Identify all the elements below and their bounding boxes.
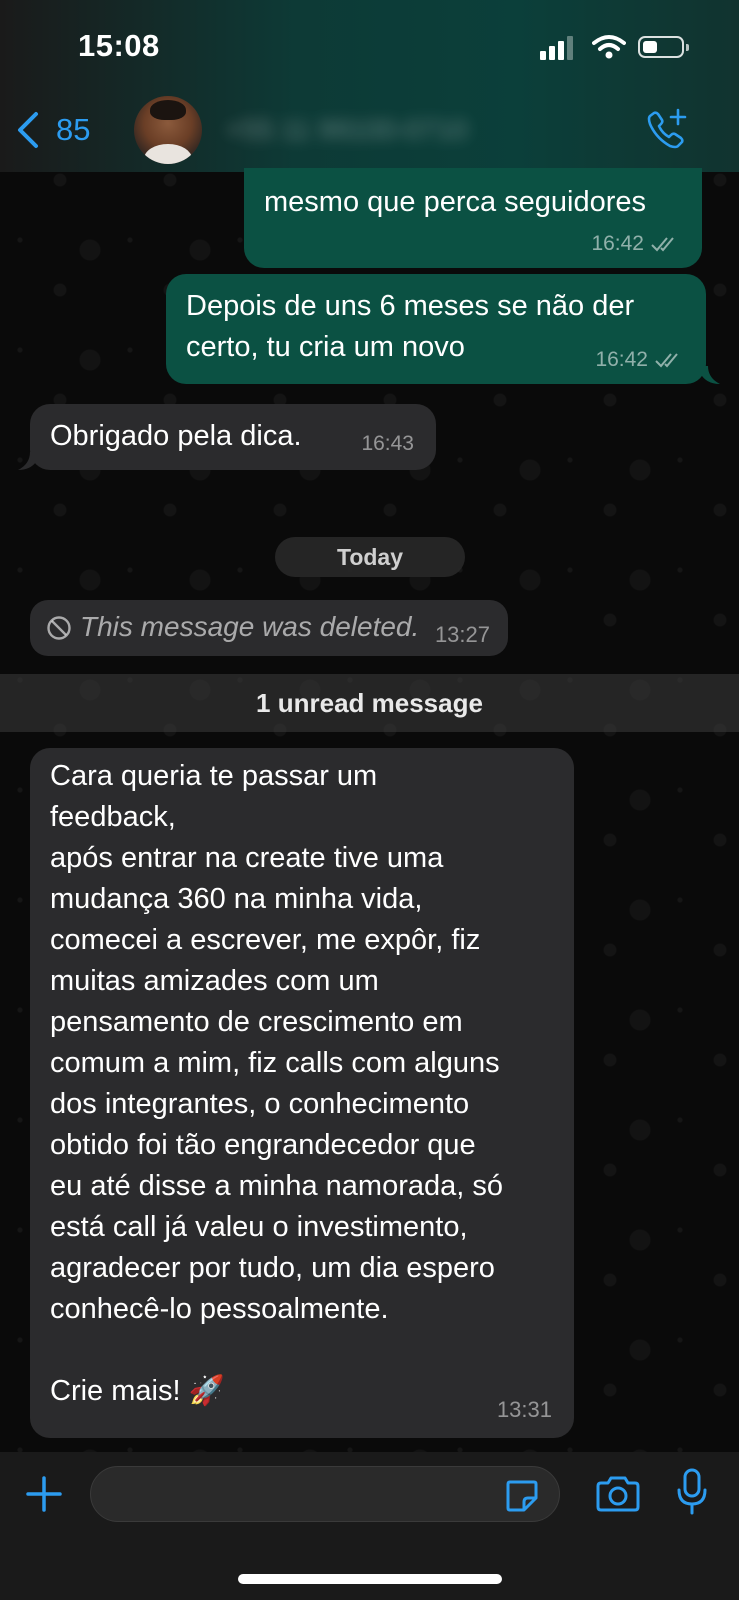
message-text: mesmo que perca seguidores: [264, 186, 647, 218]
home-indicator: [238, 1574, 502, 1584]
message-text: Obrigado pela dica.: [50, 420, 302, 452]
date-separator: Today: [275, 537, 465, 577]
deleted-message[interactable]: This message was deleted. 13:27: [30, 600, 508, 656]
contact-avatar[interactable]: [134, 96, 202, 164]
back-button[interactable]: 85: [14, 108, 90, 152]
chevron-left-icon: [18, 112, 38, 148]
message-time: 16:42: [591, 232, 644, 255]
unread-messages-banner: 1 unread message: [0, 674, 739, 732]
message-bubble-incoming[interactable]: Obrigado pela dica. 16:43: [30, 404, 436, 470]
message-meta: 16:42: [595, 348, 684, 372]
signal-icon: [540, 36, 576, 60]
bubble-tail: [702, 366, 720, 384]
double-check-icon: [651, 237, 674, 252]
plus-icon[interactable]: [24, 1474, 64, 1514]
message-time: 13:27: [434, 622, 490, 647]
unread-chats-count: 85: [56, 112, 91, 147]
message-meta: 16:42: [591, 232, 680, 256]
phone-add-icon[interactable]: [642, 106, 690, 154]
deleted-icon: [47, 616, 71, 640]
message-time: 13:31: [496, 1397, 552, 1422]
status-time: 15:08: [78, 28, 160, 63]
message-input[interactable]: [90, 1466, 560, 1522]
sticker-icon[interactable]: [504, 1478, 540, 1514]
message-time: 16:43: [361, 432, 414, 455]
message-bubble-outgoing[interactable]: mesmo que perca seguidores 16:42: [244, 168, 702, 268]
battery-icon: [638, 36, 689, 58]
double-check-icon: [655, 353, 678, 368]
contact-name[interactable]: +55 11 99100-0710: [226, 114, 516, 148]
deleted-message-text: This message was deleted.: [80, 611, 420, 642]
message-bubble-outgoing[interactable]: Depois de uns 6 meses se não der certo, …: [166, 274, 706, 384]
message-text: Cara queria te passar um feedback, após …: [50, 760, 503, 1407]
chat-header: 15:08 85 +55 11 99100-0710: [0, 0, 739, 172]
message-time: 16:42: [595, 348, 648, 371]
camera-icon[interactable]: [594, 1474, 642, 1514]
bubble-tail: [18, 452, 36, 470]
wifi-icon: [592, 35, 626, 59]
microphone-icon[interactable]: [676, 1468, 708, 1516]
message-bubble-incoming[interactable]: Cara queria te passar um feedback, após …: [30, 748, 574, 1438]
